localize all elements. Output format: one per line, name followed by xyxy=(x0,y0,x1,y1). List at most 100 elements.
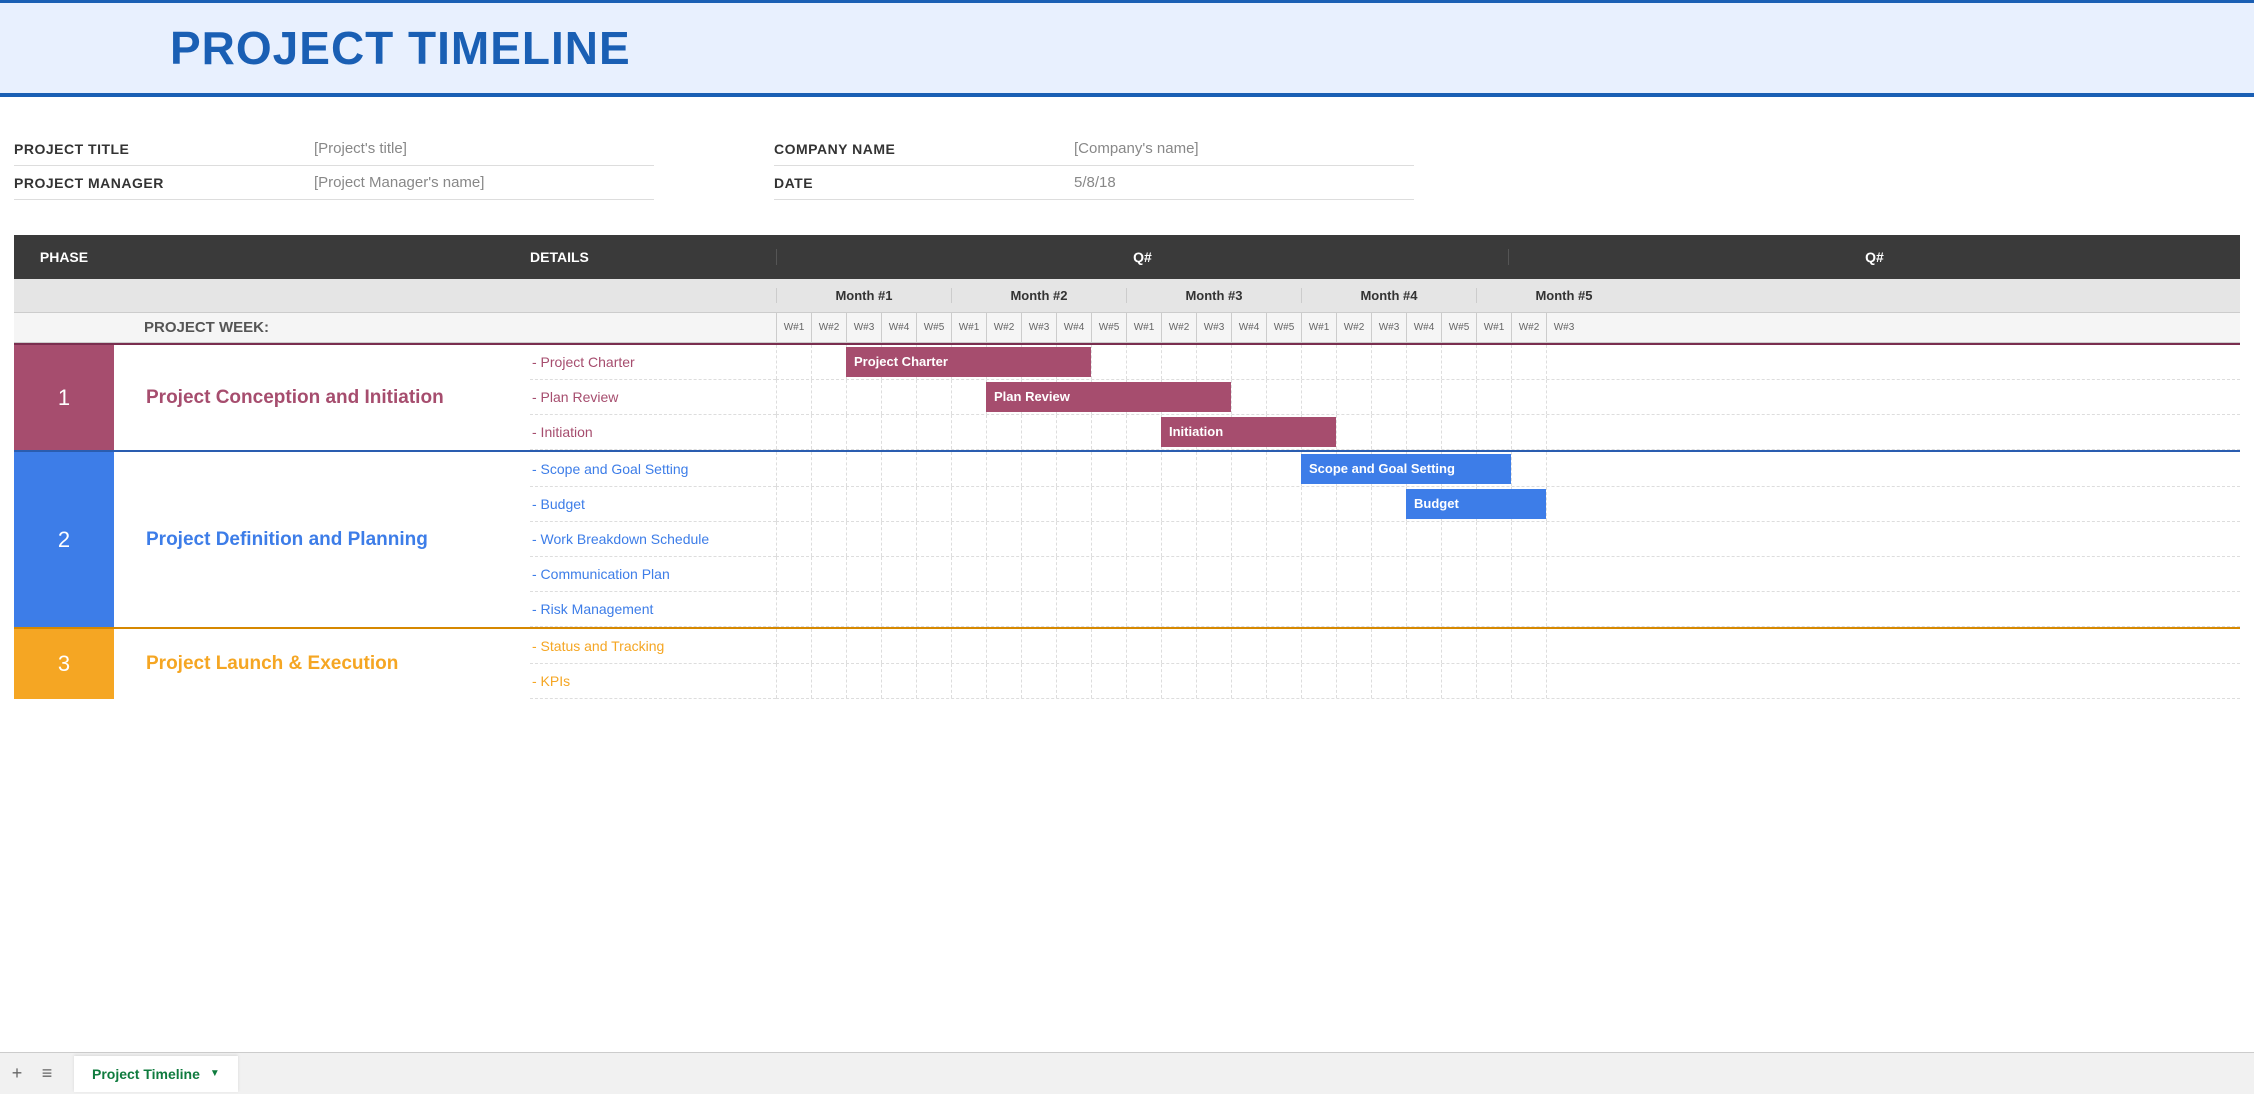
gantt-bar[interactable]: Project Charter xyxy=(846,347,1091,377)
gantt-cell[interactable] xyxy=(1266,487,1301,521)
gantt-cell[interactable] xyxy=(1126,629,1161,663)
gantt-cell[interactable] xyxy=(1476,415,1511,449)
all-sheets-button[interactable]: ≡ xyxy=(34,1061,60,1087)
gantt-cell[interactable] xyxy=(1406,629,1441,663)
gantt-cell[interactable] xyxy=(986,452,1021,486)
gantt-cell[interactable] xyxy=(1511,380,1546,414)
gantt-cell[interactable] xyxy=(1021,592,1056,626)
gantt-cell[interactable] xyxy=(1231,557,1266,591)
task-item[interactable]: - KPIs xyxy=(530,664,776,699)
gantt-cell[interactable] xyxy=(1301,487,1336,521)
gantt-cell[interactable] xyxy=(916,629,951,663)
gantt-cell[interactable] xyxy=(916,380,951,414)
gantt-cell[interactable] xyxy=(776,415,811,449)
gantt-cell[interactable] xyxy=(1301,557,1336,591)
gantt-cell[interactable] xyxy=(1021,629,1056,663)
gantt-cell[interactable] xyxy=(951,592,986,626)
gantt-cell[interactable] xyxy=(1511,452,1546,486)
gantt-cell[interactable] xyxy=(1371,487,1406,521)
task-item[interactable]: - Work Breakdown Schedule xyxy=(530,522,776,557)
gantt-cell[interactable] xyxy=(1371,664,1406,698)
gantt-cell[interactable] xyxy=(846,592,881,626)
gantt-cell[interactable] xyxy=(986,522,1021,556)
gantt-cell[interactable] xyxy=(951,487,986,521)
gantt-cell[interactable] xyxy=(846,664,881,698)
gantt-cell[interactable] xyxy=(881,522,916,556)
gantt-cell[interactable] xyxy=(811,345,846,379)
gantt-cell[interactable] xyxy=(1056,664,1091,698)
gantt-cell[interactable] xyxy=(1406,664,1441,698)
gantt-cell[interactable] xyxy=(1476,629,1511,663)
gantt-cell[interactable] xyxy=(1546,629,1581,663)
gantt-cell[interactable] xyxy=(1546,522,1581,556)
gantt-cell[interactable] xyxy=(1336,629,1371,663)
gantt-cell[interactable] xyxy=(811,487,846,521)
gantt-cell[interactable] xyxy=(1476,664,1511,698)
gantt-cell[interactable] xyxy=(1126,345,1161,379)
meta-value[interactable]: 5/8/18 xyxy=(1074,174,1116,191)
gantt-cell[interactable] xyxy=(1546,592,1581,626)
gantt-cell[interactable] xyxy=(1091,629,1126,663)
gantt-cell[interactable] xyxy=(1406,345,1441,379)
gantt-cell[interactable] xyxy=(846,629,881,663)
gantt-cell[interactable] xyxy=(1056,522,1091,556)
gantt-cell[interactable] xyxy=(1476,592,1511,626)
gantt-cell[interactable] xyxy=(916,664,951,698)
gantt-cell[interactable] xyxy=(1301,664,1336,698)
gantt-cell[interactable] xyxy=(1406,380,1441,414)
gantt-cell[interactable] xyxy=(1301,522,1336,556)
gantt-cell[interactable] xyxy=(846,415,881,449)
gantt-cell[interactable] xyxy=(1336,557,1371,591)
gantt-cell[interactable] xyxy=(1511,415,1546,449)
gantt-cell[interactable] xyxy=(1371,629,1406,663)
gantt-cell[interactable] xyxy=(1021,415,1056,449)
gantt-cell[interactable] xyxy=(881,664,916,698)
gantt-cell[interactable] xyxy=(1161,629,1196,663)
add-sheet-button[interactable]: + xyxy=(4,1061,30,1087)
gantt-cell[interactable] xyxy=(916,592,951,626)
gantt-cell[interactable] xyxy=(1266,557,1301,591)
gantt-cell[interactable] xyxy=(1161,664,1196,698)
gantt-bar[interactable]: Scope and Goal Setting xyxy=(1301,454,1511,484)
gantt-cell[interactable] xyxy=(1511,522,1546,556)
gantt-cell[interactable] xyxy=(1161,452,1196,486)
gantt-cell[interactable] xyxy=(1371,557,1406,591)
gantt-cell[interactable] xyxy=(811,522,846,556)
gantt-cell[interactable] xyxy=(776,487,811,521)
gantt-cell[interactable] xyxy=(1511,557,1546,591)
gantt-cell[interactable] xyxy=(1231,629,1266,663)
gantt-cell[interactable] xyxy=(1301,380,1336,414)
gantt-cell[interactable] xyxy=(1511,592,1546,626)
gantt-cell[interactable] xyxy=(1406,592,1441,626)
gantt-cell[interactable] xyxy=(1091,452,1126,486)
gantt-cell[interactable] xyxy=(1021,557,1056,591)
gantt-cell[interactable] xyxy=(1196,557,1231,591)
gantt-cell[interactable] xyxy=(986,629,1021,663)
task-item[interactable]: - Risk Management xyxy=(530,592,776,627)
task-item[interactable]: - Scope and Goal Setting xyxy=(530,452,776,487)
gantt-cell[interactable] xyxy=(776,380,811,414)
gantt-cell[interactable] xyxy=(776,664,811,698)
gantt-cell[interactable] xyxy=(951,522,986,556)
gantt-cell[interactable] xyxy=(1441,345,1476,379)
sheet-tab-project-timeline[interactable]: Project Timeline ▼ xyxy=(74,1056,238,1092)
gantt-cell[interactable] xyxy=(1091,664,1126,698)
gantt-cell[interactable] xyxy=(1546,557,1581,591)
gantt-cell[interactable] xyxy=(986,557,1021,591)
gantt-cell[interactable] xyxy=(776,345,811,379)
task-item[interactable]: - Plan Review xyxy=(530,380,776,415)
gantt-cell[interactable] xyxy=(776,592,811,626)
gantt-cell[interactable] xyxy=(1371,345,1406,379)
gantt-cell[interactable] xyxy=(1336,592,1371,626)
gantt-cell[interactable] xyxy=(1091,415,1126,449)
gantt-cell[interactable] xyxy=(776,557,811,591)
gantt-cell[interactable] xyxy=(881,415,916,449)
meta-value[interactable]: [Project Manager's name] xyxy=(314,174,484,191)
gantt-cell[interactable] xyxy=(1056,629,1091,663)
gantt-cell[interactable] xyxy=(986,664,1021,698)
gantt-cell[interactable] xyxy=(1441,380,1476,414)
gantt-cell[interactable] xyxy=(1266,452,1301,486)
gantt-cell[interactable] xyxy=(811,629,846,663)
gantt-cell[interactable] xyxy=(1266,522,1301,556)
gantt-cell[interactable] xyxy=(846,380,881,414)
